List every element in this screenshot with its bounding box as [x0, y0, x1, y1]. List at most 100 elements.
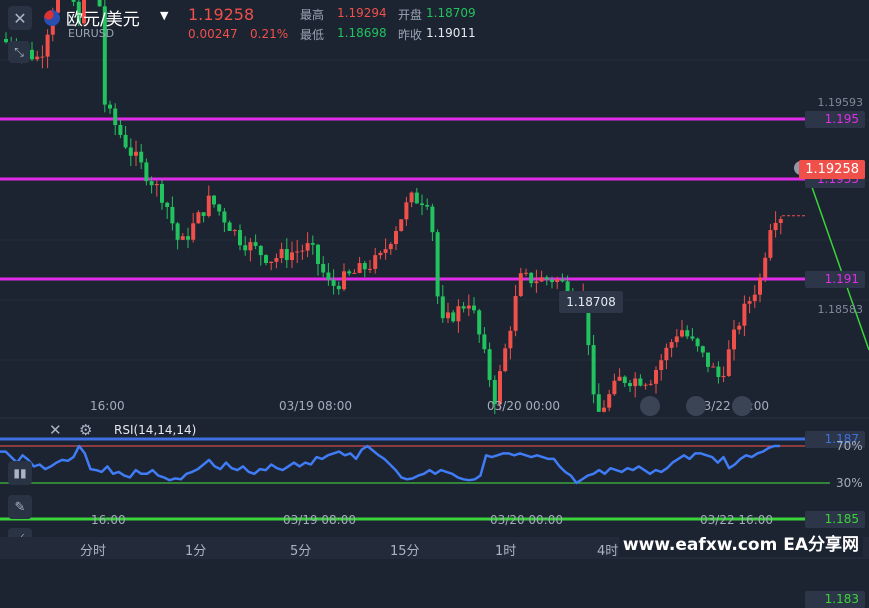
candle	[622, 376, 627, 384]
candle	[316, 244, 320, 264]
candle	[451, 312, 456, 322]
candle	[456, 306, 461, 322]
candle	[440, 296, 445, 319]
level-tag: 1.183	[805, 591, 865, 608]
candle	[596, 394, 601, 412]
tab-timeframe-15m[interactable]: 15分	[390, 540, 420, 559]
candle	[758, 277, 762, 295]
level-tag: 1.195	[805, 111, 865, 128]
candle	[721, 375, 726, 377]
draw-tool-button[interactable]: ✎	[8, 495, 32, 519]
candle	[654, 369, 658, 384]
indicator-button[interactable]: ▮▮	[8, 461, 32, 485]
candle	[716, 366, 721, 377]
expand-button[interactable]: ⤡	[8, 41, 30, 63]
candle	[747, 301, 752, 304]
candle	[201, 212, 206, 216]
tab-timeframe-5m[interactable]: 5分	[290, 540, 311, 559]
candle	[35, 56, 40, 60]
candle	[737, 325, 742, 330]
candle	[638, 378, 643, 386]
candle	[373, 255, 378, 269]
candle	[544, 277, 549, 280]
chevron-down-icon[interactable]: ▼	[160, 9, 168, 22]
rsi-series-line	[0, 444, 780, 485]
candle	[778, 219, 783, 223]
candle	[602, 407, 606, 412]
candle	[700, 346, 705, 353]
open-value: 1.18709	[426, 6, 476, 20]
scroll-dot-icon[interactable]	[686, 396, 706, 416]
candle	[695, 338, 700, 347]
candle	[768, 230, 773, 258]
candle	[336, 285, 341, 290]
low-label: 最低	[300, 28, 325, 42]
candle	[30, 49, 34, 60]
tab-timeframe-4h[interactable]: 4时	[597, 540, 618, 559]
scroll-dot-icon[interactable]	[640, 396, 660, 416]
candle	[534, 281, 539, 284]
candle	[420, 203, 424, 205]
price-chart[interactable]	[0, 0, 869, 537]
candle	[513, 296, 518, 331]
watermark: www.eafxw.com EA分享网	[618, 533, 863, 557]
candle	[711, 366, 716, 368]
scroll-dot-icon[interactable]	[732, 396, 752, 416]
candle	[196, 212, 201, 224]
quote-header: ✕ 欧元/美元 ▼ EURUSD 1.19258 0.00247 0.21% 最…	[0, 0, 869, 44]
candle	[664, 347, 669, 361]
candle	[472, 305, 476, 311]
candle	[368, 268, 372, 270]
candle	[222, 211, 227, 223]
candle	[253, 242, 258, 246]
candle	[409, 192, 414, 203]
candle	[612, 380, 617, 395]
close-icon: ✕	[13, 8, 27, 28]
candle	[113, 108, 118, 126]
high-label: 最高	[300, 8, 325, 22]
trend-line	[805, 169, 869, 351]
candle	[643, 384, 648, 386]
rsi-close-icon[interactable]: ✕	[49, 421, 62, 439]
level-tag: 1.191	[805, 271, 865, 288]
candle	[186, 236, 190, 240]
tab-timeframe-1h[interactable]: 1时	[495, 540, 516, 559]
axis-label-top: 1.19593	[817, 96, 864, 109]
axis-label-partial: 1.18583	[817, 303, 864, 316]
x-label-2: 03/20 00:00	[487, 399, 560, 413]
candle	[191, 223, 196, 240]
candle	[128, 147, 133, 156]
rsi-settings-icon[interactable]: ⚙	[79, 421, 92, 439]
candle	[628, 383, 632, 387]
candle	[108, 104, 112, 109]
candle	[310, 243, 315, 245]
candle	[357, 263, 362, 273]
candle	[633, 378, 638, 387]
candle	[446, 312, 450, 319]
candle	[503, 348, 508, 372]
candle	[170, 206, 175, 224]
candle	[300, 250, 305, 252]
lower-x-label-2: 03/20 00:00	[490, 513, 563, 527]
close-button[interactable]: ✕	[8, 6, 32, 30]
tab-timeframe-1m[interactable]: 1分	[185, 540, 206, 559]
candle	[555, 279, 560, 283]
candle	[149, 181, 154, 186]
candle	[295, 251, 300, 253]
candle	[659, 360, 664, 370]
candle	[482, 334, 487, 350]
candle	[144, 162, 149, 182]
candle	[425, 204, 430, 207]
candle	[690, 336, 695, 339]
tab-timeframe-tick[interactable]: 分时	[80, 540, 106, 559]
candle	[305, 243, 310, 251]
lower-x-label-1: 03/19 08:00	[283, 513, 356, 527]
candle	[284, 249, 289, 261]
candle	[763, 257, 768, 278]
candle	[326, 272, 331, 280]
candle	[466, 305, 471, 309]
candle	[508, 330, 513, 349]
candle	[139, 151, 144, 163]
x-label-0: 16:00	[90, 399, 125, 413]
rsi-level-30: 30%	[836, 476, 863, 490]
